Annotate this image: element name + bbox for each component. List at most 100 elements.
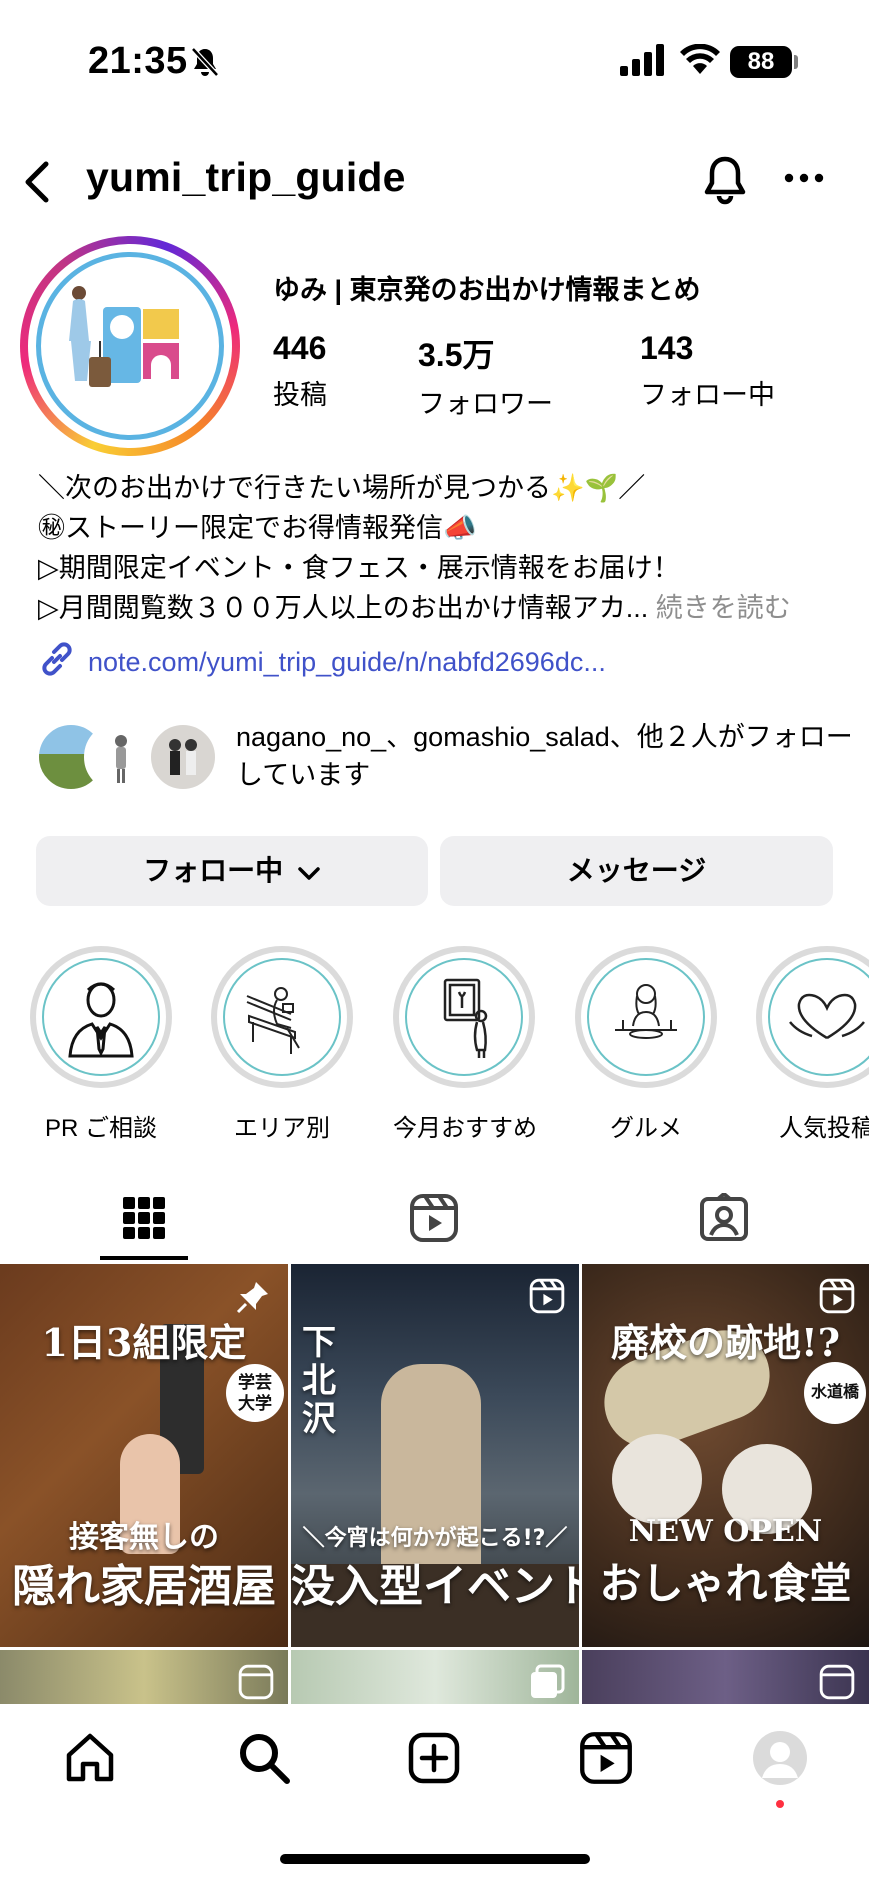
- tagged-icon: [699, 1190, 749, 1248]
- nav-create[interactable]: [402, 1728, 466, 1792]
- nav-search[interactable]: [232, 1728, 296, 1792]
- bio-line-last: ▷月間閲覧数３００万人以上のお出かけ情報アカ... 続きを読む: [38, 588, 838, 628]
- profile-header: yumi_trip_guide: [0, 140, 869, 220]
- battery-cap: [794, 55, 798, 69]
- post-thumbnail[interactable]: 下 北 沢 ＼今宵は何かが起こる!?／ 没入型イベント: [291, 1264, 579, 1647]
- mutual-followers[interactable]: nagano_no_、gomashio_salad、他２人がフォローしています: [36, 718, 856, 798]
- following-count-stat[interactable]: 143 フォロー中: [640, 330, 775, 412]
- profile-link-text: note.com/yumi_trip_guide/n/nabfd2696dc..…: [88, 647, 606, 677]
- home-indicator: [280, 1854, 590, 1864]
- highlight-this-month[interactable]: 今月おすすめ: [393, 946, 537, 1143]
- mutual-avatar: [84, 722, 154, 792]
- nav-profile[interactable]: [748, 1728, 812, 1792]
- following-count: 143: [640, 330, 694, 366]
- profile-link[interactable]: note.com/yumi_trip_guide/n/nabfd2696dc..…: [38, 640, 606, 685]
- highlight-popular[interactable]: 人気投稿: [756, 946, 869, 1143]
- notification-bell-icon[interactable]: [700, 154, 750, 211]
- profile-display-name: ゆみ | 東京発のお出かけ情報まとめ: [273, 275, 701, 305]
- back-arrow-icon[interactable]: [18, 160, 58, 204]
- bio-line: ㊙ストーリー限定でお得情報発信📣: [38, 513, 477, 543]
- bio-line-text: ▷月間閲覧数３００万人以上のお出かけ情報アカ...: [38, 593, 649, 623]
- art-gallery-icon: [405, 958, 523, 1076]
- followers-count: 3.5万: [418, 337, 495, 373]
- followers-count-stat[interactable]: 3.5万 フォロワー: [418, 330, 553, 421]
- message-button-label: メッセージ: [566, 855, 707, 886]
- location-badge: 学芸 大学: [226, 1364, 284, 1422]
- profile-avatar-story-ring[interactable]: [20, 236, 240, 456]
- silent-mode-icon: [190, 46, 220, 83]
- post-top-caption: 1日3組限定: [41, 1320, 247, 1365]
- highlight-label: 今月おすすめ: [393, 1115, 537, 1142]
- post-thumbnail[interactable]: 廃校の跡地!? 水道橋 NEW OPEN おしゃれ食堂: [582, 1264, 869, 1647]
- highlight-label: PR ご相談: [44, 1115, 157, 1142]
- grid-icon: [123, 1196, 165, 1244]
- posts-label: 投稿: [273, 380, 327, 410]
- bench-reader-icon: [223, 958, 341, 1076]
- businessman-icon: [42, 958, 160, 1076]
- reels-icon: [409, 1193, 459, 1248]
- post-thumbnail[interactable]: [582, 1650, 869, 1704]
- mutual-avatar: [148, 722, 218, 792]
- bio-line: ＼次のお出かけで行きたい場所が見つかる✨🌱／: [38, 473, 646, 503]
- tab-reels[interactable]: [374, 1188, 494, 1252]
- highlight-pr[interactable]: PR ご相談: [30, 946, 172, 1143]
- link-icon: [38, 640, 76, 685]
- more-options-icon[interactable]: [784, 170, 824, 188]
- followers-label: フォロワー: [418, 389, 553, 419]
- tab-posts-grid[interactable]: [84, 1188, 204, 1252]
- status-bar: 21:35 88: [0, 0, 869, 130]
- pin-icon: [236, 1280, 270, 1319]
- highlight-label: グルメ: [610, 1115, 682, 1142]
- carousel-icon: [529, 1664, 565, 1704]
- post-main-caption: 隠れ家居酒屋: [12, 1561, 276, 1612]
- chevron-down-icon: [297, 838, 321, 908]
- post-top-caption: 廃校の跡地!?: [611, 1320, 840, 1365]
- bio-line: ▷期間限定イベント・食フェス・展示情報をお届け！: [38, 553, 680, 583]
- profile-avatar-icon: [752, 1730, 808, 1791]
- following-button[interactable]: フォロー中: [36, 836, 428, 906]
- message-button[interactable]: メッセージ: [440, 836, 833, 906]
- reels-icon: [819, 1664, 855, 1704]
- posts-count: 446: [273, 330, 327, 366]
- heart-hands-icon: [768, 958, 869, 1076]
- profile-username: yumi_trip_guide: [86, 154, 406, 200]
- post-thumbnail[interactable]: 1日3組限定 学芸 大学 接客無しの 隠れ家居酒屋: [0, 1264, 288, 1647]
- mutual-followers-text: nagano_no_、gomashio_salad、他２人がフォローしています: [236, 722, 853, 790]
- reels-icon: [238, 1664, 274, 1704]
- posts-count-stat[interactable]: 446 投稿: [273, 330, 327, 412]
- following-button-label: フォロー中: [143, 855, 284, 886]
- post-main-caption: 没入型イベント: [291, 1561, 579, 1612]
- highlight-label: 人気投稿: [779, 1115, 869, 1142]
- reels-icon: [579, 1731, 633, 1790]
- profile-bio: ＼次のお出かけで行きたい場所が見つかる✨🌱／ ㊙ストーリー限定でお得情報発信📣 …: [38, 468, 838, 628]
- bottom-navigation: [0, 1704, 869, 1884]
- post-sub-caption: NEW OPEN: [628, 1514, 823, 1549]
- post-thumbnail[interactable]: [0, 1650, 288, 1704]
- post-top-caption: 下 北 沢: [302, 1323, 336, 1439]
- dining-woman-icon: [587, 958, 705, 1076]
- profile-avatar: [36, 252, 224, 440]
- home-icon: [63, 1731, 117, 1790]
- nav-reels[interactable]: [574, 1728, 638, 1792]
- posts-grid: 1日3組限定 学芸 大学 接客無しの 隠れ家居酒屋 下 北 沢 ＼今宵は何かが起…: [0, 1264, 869, 1704]
- profile-tabs: [0, 1180, 869, 1260]
- reels-icon: [529, 1278, 565, 1319]
- highlight-gourmet[interactable]: グルメ: [575, 946, 717, 1143]
- new-post-icon: [407, 1731, 461, 1790]
- battery-indicator: 88: [730, 46, 792, 78]
- highlight-area[interactable]: エリア別: [211, 946, 353, 1143]
- nav-home[interactable]: [58, 1728, 122, 1792]
- bio-more-link[interactable]: 続きを読む: [656, 593, 791, 623]
- cellular-signal-icon: [620, 44, 666, 81]
- active-tab-indicator: [100, 1256, 188, 1260]
- highlight-label: エリア別: [234, 1115, 330, 1142]
- post-main-caption: おしゃれ食堂: [599, 1559, 852, 1608]
- location-badge: 水道橋: [804, 1362, 866, 1424]
- search-icon: [237, 1731, 291, 1790]
- reels-icon: [819, 1278, 855, 1319]
- wifi-icon: [680, 43, 720, 81]
- tab-tagged[interactable]: [664, 1188, 784, 1252]
- status-time: 21:35: [88, 40, 188, 82]
- sauce-bowl: [612, 1434, 702, 1524]
- post-thumbnail[interactable]: [291, 1650, 579, 1704]
